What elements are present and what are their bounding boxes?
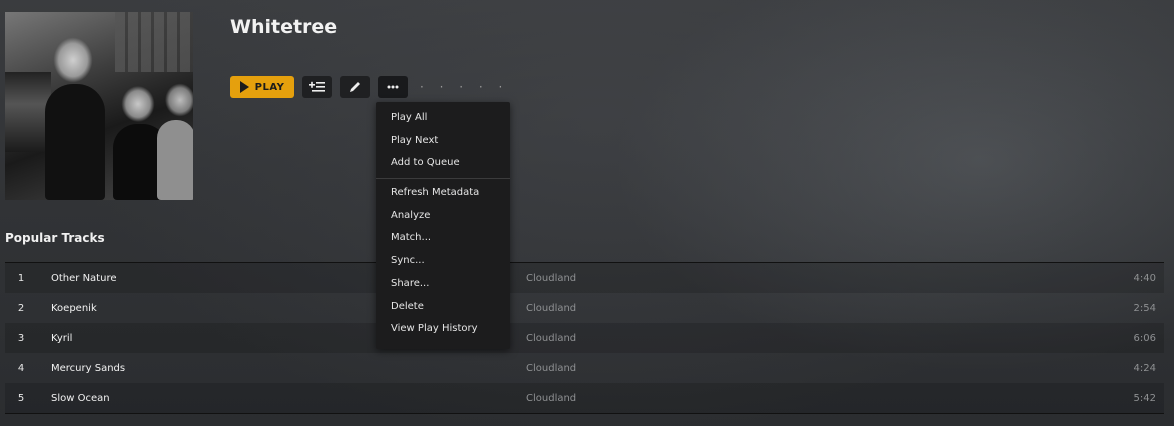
track-title[interactable]: Kyril	[51, 333, 72, 344]
track-album[interactable]: Cloudland	[526, 393, 576, 404]
track-album[interactable]: Cloudland	[526, 303, 576, 314]
edit-button[interactable]	[340, 76, 370, 98]
track-number: 5	[17, 392, 25, 404]
more-options-button[interactable]	[378, 76, 408, 98]
track-number: 3	[17, 332, 25, 344]
menu-item-analyze[interactable]: Analyze	[376, 205, 510, 228]
menu-item-sync[interactable]: Sync...	[376, 250, 510, 273]
edit-pencil-icon	[350, 82, 360, 92]
menu-item-share[interactable]: Share...	[376, 273, 510, 296]
play-button-label: PLAY	[254, 81, 285, 93]
more-options-menu: Play All Play Next Add to Queue Refresh …	[376, 102, 510, 349]
track-title[interactable]: Other Nature	[51, 273, 116, 284]
track-number: 1	[17, 272, 25, 284]
popular-tracks-list: 1 Other Nature Cloudland 4:40 2 Koepenik…	[5, 263, 1164, 413]
menu-separator	[376, 178, 510, 180]
track-title[interactable]: Mercury Sands	[51, 363, 125, 374]
table-row[interactable]: 5 Slow Ocean Cloudland 5:42	[5, 383, 1164, 413]
track-number: 4	[17, 362, 25, 374]
play-button[interactable]: PLAY	[230, 76, 294, 98]
action-toolbar: PLAY · · · · ·	[230, 76, 508, 98]
table-row[interactable]: 2 Koepenik Cloudland 2:54	[5, 293, 1164, 323]
more-options-icon	[387, 85, 399, 89]
track-duration: 5:42	[1133, 392, 1156, 404]
track-album[interactable]: Cloudland	[526, 273, 576, 284]
loading-dots: · · · · ·	[420, 80, 509, 94]
table-row[interactable]: 4 Mercury Sands Cloudland 4:24	[5, 353, 1164, 383]
menu-item-delete[interactable]: Delete	[376, 296, 510, 319]
menu-item-view-play-history[interactable]: View Play History	[376, 318, 510, 341]
track-album[interactable]: Cloudland	[526, 333, 576, 344]
track-title[interactable]: Slow Ocean	[51, 393, 110, 404]
album-cover[interactable]	[5, 12, 193, 200]
track-duration: 2:54	[1133, 302, 1156, 314]
track-duration: 4:24	[1133, 362, 1156, 374]
track-title[interactable]: Koepenik	[51, 303, 97, 314]
track-duration: 6:06	[1133, 332, 1156, 344]
track-number: 2	[17, 302, 25, 314]
cover-figure	[45, 84, 105, 200]
table-row[interactable]: 1 Other Nature Cloudland 4:40	[5, 263, 1164, 293]
menu-item-add-to-queue[interactable]: Add to Queue	[376, 152, 510, 175]
menu-item-play-next[interactable]: Play Next	[376, 130, 510, 153]
cover-window	[115, 12, 193, 72]
track-duration: 4:40	[1133, 272, 1156, 284]
add-to-playlist-icon	[309, 81, 325, 92]
add-to-playlist-button[interactable]	[302, 76, 332, 98]
menu-item-match[interactable]: Match...	[376, 227, 510, 250]
divider	[5, 413, 1164, 414]
menu-item-refresh-metadata[interactable]: Refresh Metadata	[376, 182, 510, 205]
play-icon	[239, 81, 249, 93]
popular-tracks-heading: Popular Tracks	[5, 231, 105, 245]
page-title: Whitetree	[230, 16, 338, 38]
track-album[interactable]: Cloudland	[526, 363, 576, 374]
table-row[interactable]: 3 Kyril Cloudland 6:06	[5, 323, 1164, 353]
menu-item-play-all[interactable]: Play All	[376, 107, 510, 130]
cover-figure	[157, 120, 193, 200]
